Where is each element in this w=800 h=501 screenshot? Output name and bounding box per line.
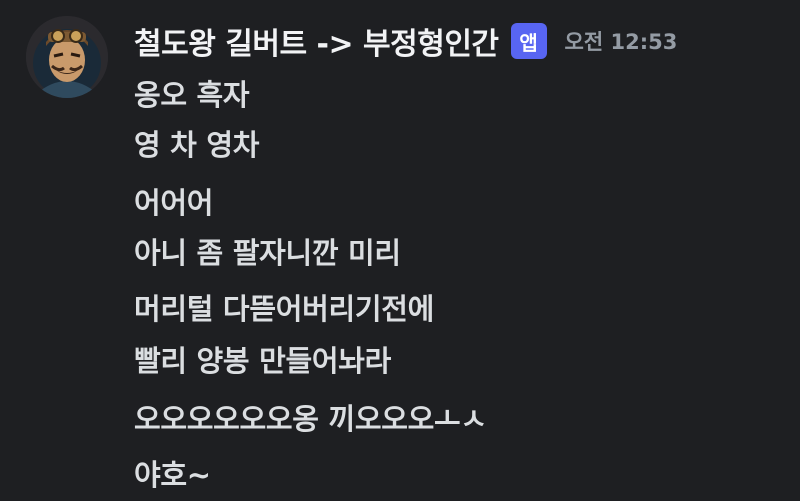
message-line: 어어어 — [134, 186, 214, 220]
username[interactable]: 철도왕 길버트 -> 부정형인간 — [134, 19, 499, 63]
chat-message: 철도왕 길버트 -> 부정형인간 앱 오전 12:53 옹오 흑자 영 차 영차… — [0, 0, 800, 501]
message-line: 옹오 흑자 — [134, 78, 250, 112]
message-line: 야호~ — [134, 458, 211, 492]
avatar-image — [26, 16, 108, 98]
message-timestamp: 오전 12:53 — [564, 30, 678, 54]
app-badge: 앱 — [510, 23, 547, 59]
message-line: 영 차 영차 — [134, 128, 260, 162]
message-line: 머리털 다뜯어버리기전에 — [134, 292, 434, 326]
message-line: 아니 좀 팔자니깐 미리 — [134, 236, 401, 270]
message-line: 오오오오오오옹 끼오오오ㅗㅅ — [134, 402, 487, 436]
user-avatar[interactable] — [26, 16, 108, 98]
message-header: 철도왕 길버트 -> 부정형인간 앱 오전 12:53 — [134, 18, 677, 64]
message-line: 빨리 양봉 만들어놔라 — [134, 344, 392, 378]
